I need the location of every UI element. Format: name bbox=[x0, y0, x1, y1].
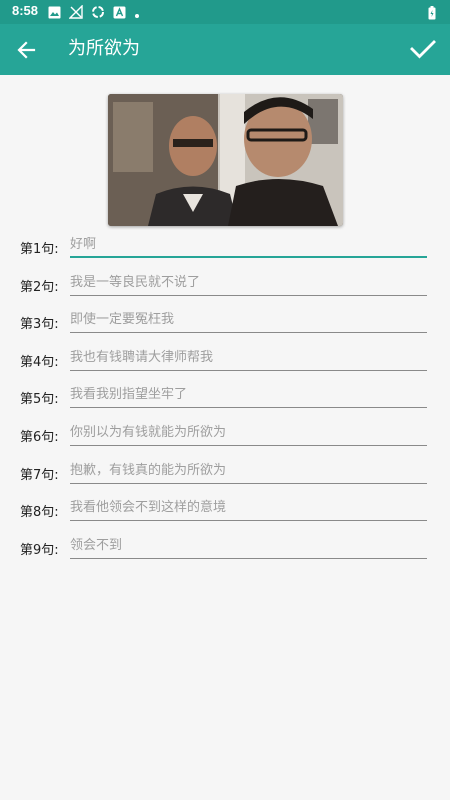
status-bar: 8:58 bbox=[0, 0, 450, 24]
page-title: 为所欲为 bbox=[68, 38, 140, 59]
sentence-label: 第2句: bbox=[20, 280, 59, 295]
sentence-row: 第2句: bbox=[0, 270, 450, 300]
signal-off-icon bbox=[68, 4, 83, 23]
check-icon bbox=[410, 40, 436, 59]
back-button[interactable] bbox=[14, 37, 40, 63]
sentence-label: 第8句: bbox=[20, 505, 59, 520]
meme-image bbox=[108, 94, 343, 226]
sentence-label: 第6句: bbox=[20, 430, 59, 445]
sentence-row: 第1句: bbox=[0, 232, 450, 262]
battery-icon bbox=[428, 5, 436, 20]
sentence-input[interactable] bbox=[70, 232, 427, 258]
sentence-input[interactable] bbox=[70, 458, 427, 484]
sentence-label: 第7句: bbox=[20, 468, 59, 483]
sentence-input[interactable] bbox=[70, 307, 427, 333]
status-time: 8:58 bbox=[12, 3, 39, 18]
status-icons bbox=[48, 4, 140, 23]
sentence-row: 第7句: bbox=[0, 458, 450, 488]
sentence-row: 第8句: bbox=[0, 495, 450, 525]
sentence-row: 第4句: bbox=[0, 345, 450, 375]
confirm-button[interactable] bbox=[408, 34, 438, 64]
sentence-row: 第5句: bbox=[0, 382, 450, 412]
dot-icon bbox=[134, 4, 140, 23]
sentence-label: 第9句: bbox=[20, 543, 59, 558]
sentence-label: 第4句: bbox=[20, 355, 59, 370]
sentence-input[interactable] bbox=[70, 382, 427, 408]
sentence-label: 第5句: bbox=[20, 392, 59, 407]
sentence-input[interactable] bbox=[70, 420, 427, 446]
sentence-input[interactable] bbox=[70, 495, 427, 521]
arrow-left-icon bbox=[17, 41, 36, 59]
sentence-input[interactable] bbox=[70, 345, 427, 371]
app-bar: 为所欲为 bbox=[0, 24, 450, 75]
sentence-input[interactable] bbox=[70, 533, 427, 559]
sentence-row: 第9句: bbox=[0, 533, 450, 563]
sentence-label: 第3句: bbox=[20, 317, 59, 332]
sentence-row: 第6句: bbox=[0, 420, 450, 450]
sync-icon bbox=[91, 4, 105, 23]
sentence-input[interactable] bbox=[70, 270, 427, 296]
text-icon bbox=[113, 4, 126, 23]
sentence-label: 第1句: bbox=[20, 242, 59, 257]
sentence-row: 第3句: bbox=[0, 307, 450, 337]
image-icon bbox=[48, 4, 61, 23]
